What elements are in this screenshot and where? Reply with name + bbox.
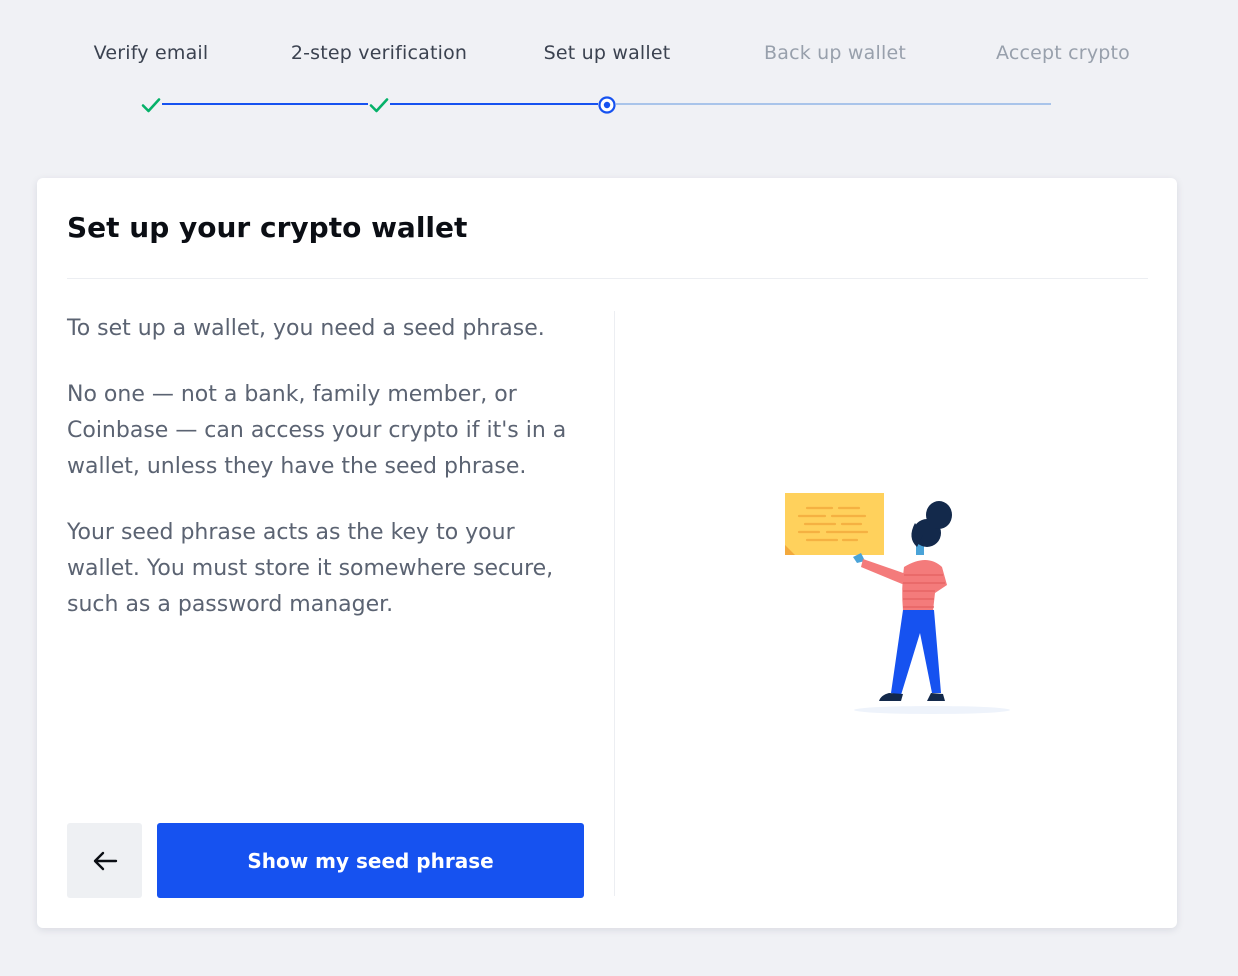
step-accept-crypto-label: Accept crypto bbox=[995, 42, 1131, 64]
step-back-up-wallet-label: Back up wallet bbox=[764, 42, 906, 64]
person-holding-note-illustration bbox=[785, 493, 1010, 714]
step-set-up-wallet-label: Set up wallet bbox=[543, 42, 671, 64]
progress-stepper: Verify email 2-step verification Set up … bbox=[0, 0, 1238, 140]
intro-paragraph: To set up a wallet, you need a seed phra… bbox=[67, 316, 545, 341]
wallet-setup-card: Set up your crypto wallet To set up a wa… bbox=[37, 178, 1177, 928]
step-track-completed bbox=[162, 103, 368, 105]
step-track-completed bbox=[390, 103, 598, 105]
check-icon bbox=[369, 98, 389, 113]
step-track-pending bbox=[616, 103, 1051, 105]
check-icon bbox=[141, 98, 161, 113]
back-button[interactable] bbox=[67, 823, 142, 898]
column-divider bbox=[614, 311, 615, 896]
step-2-step-verification-label: 2-step verification bbox=[290, 42, 468, 64]
card-header-divider bbox=[67, 278, 1148, 279]
seed-phrase-paragraph: Your seed phrase acts as the key to your… bbox=[67, 520, 554, 617]
card-title: Set up your crypto wallet bbox=[67, 211, 468, 244]
step-verify-email-label: Verify email bbox=[93, 42, 209, 64]
show-seed-phrase-button[interactable]: Show my seed phrase bbox=[157, 823, 584, 898]
arrow-left-icon bbox=[93, 851, 117, 870]
current-step-indicator-icon bbox=[598, 96, 616, 114]
privacy-paragraph: No one — not a bank, family member, or C… bbox=[67, 382, 567, 479]
